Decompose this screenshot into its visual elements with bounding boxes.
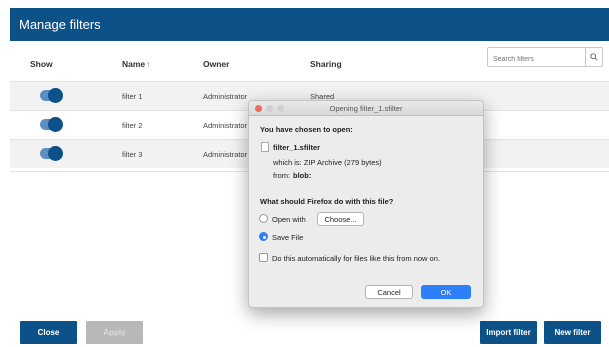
from-value: blob:: [293, 171, 312, 180]
file-type: which is: ZIP Archive (279 bytes): [273, 158, 382, 167]
search-input[interactable]: [488, 50, 584, 69]
close-button[interactable]: Close: [20, 321, 77, 344]
save-file-label[interactable]: Save File: [272, 233, 303, 242]
col-show: Show: [30, 59, 53, 69]
row-owner: Administrator: [203, 92, 248, 101]
show-toggle[interactable]: [40, 146, 63, 161]
new-filter-button[interactable]: New filter: [544, 321, 601, 344]
auto-checkbox[interactable]: [259, 253, 268, 262]
dialog-title: Opening filter_1.sfilter: [329, 104, 403, 113]
from-label: from:: [273, 171, 291, 180]
ok-button[interactable]: OK: [421, 285, 471, 299]
search-box: [487, 47, 603, 69]
row-owner: Administrator: [203, 150, 248, 159]
row-name: filter 2: [122, 121, 143, 130]
panel-header: Manage filters: [10, 8, 609, 41]
col-name[interactable]: Name: [122, 59, 145, 69]
chosen-label: You have chosen to open:: [260, 125, 353, 134]
choose-button[interactable]: Choose...: [317, 212, 364, 226]
file-icon: [261, 142, 269, 152]
show-toggle[interactable]: [40, 88, 63, 103]
open-with-radio[interactable]: [259, 214, 268, 223]
col-sharing: Sharing: [310, 59, 342, 69]
open-with-label[interactable]: Open with: [272, 215, 306, 224]
cancel-button[interactable]: Cancel: [365, 285, 413, 299]
search-icon[interactable]: [585, 48, 602, 66]
row-owner: Administrator: [203, 121, 248, 130]
dialog-titlebar: Opening filter_1.sfilter: [249, 101, 483, 116]
auto-label[interactable]: Do this automatically for files like thi…: [272, 254, 440, 263]
apply-button[interactable]: Apply: [86, 321, 143, 344]
row-name: filter 3: [122, 150, 143, 159]
col-owner: Owner: [203, 59, 230, 69]
show-toggle[interactable]: [40, 117, 63, 132]
open-file-dialog: Opening filter_1.sfilter You have chosen…: [248, 100, 484, 308]
panel-title: Manage filters: [19, 17, 101, 32]
question-label: What should Firefox do with this file?: [260, 197, 394, 206]
save-file-radio[interactable]: [259, 232, 268, 241]
file-name: filter_1.sfilter: [273, 143, 321, 152]
sort-up-icon[interactable]: ↑: [146, 59, 150, 69]
import-filter-button[interactable]: Import filter: [480, 321, 537, 344]
row-name: filter 1: [122, 92, 143, 101]
